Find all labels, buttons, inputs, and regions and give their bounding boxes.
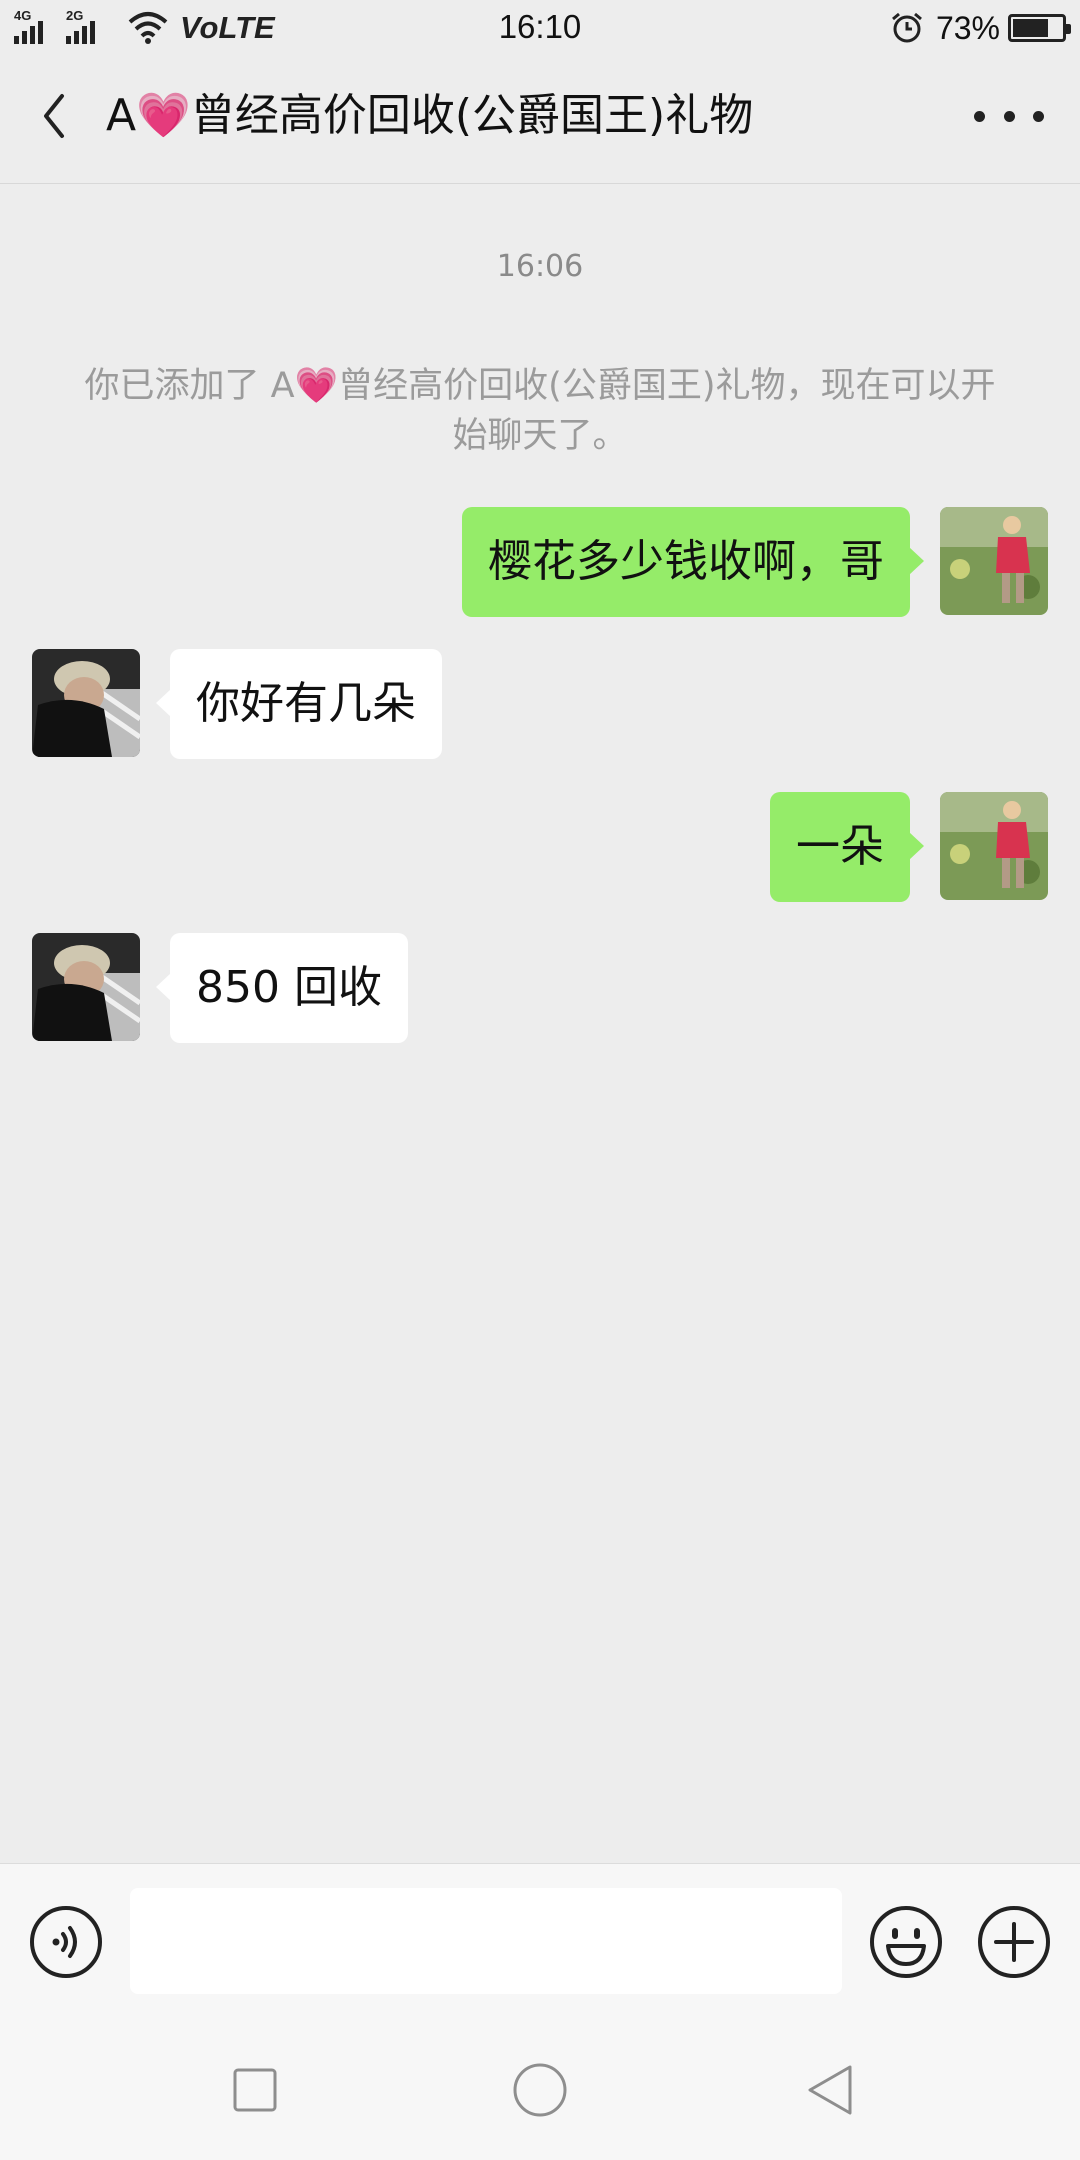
chat-title: A💗曾经高价回收(公爵国王)礼物 — [106, 90, 754, 141]
system-navigation-bar — [0, 2019, 1080, 2160]
system-notice: 你已添加了 A💗曾经高价回收(公爵国王)礼物，现在可以开始聊天了。 — [84, 366, 996, 456]
nav-back-button[interactable] — [795, 2055, 865, 2125]
status-right: 73% — [890, 9, 1071, 46]
voice-button[interactable] — [28, 1904, 104, 1980]
message-bubble-outgoing[interactable]: 樱花多少钱收啊，哥 — [462, 507, 924, 617]
battery-icon — [1008, 14, 1071, 42]
square-icon — [233, 2068, 277, 2112]
message-input[interactable] — [130, 1888, 842, 1994]
battery-percentage: 73% — [935, 9, 1000, 46]
chevron-left-icon — [44, 94, 64, 138]
emoji-button[interactable] — [868, 1904, 944, 1980]
plus-icon — [978, 1906, 1050, 1978]
input-bar — [0, 1863, 1080, 2019]
more-dot — [1003, 110, 1015, 122]
triangle-back-icon — [808, 2065, 852, 2115]
my-avatar[interactable] — [940, 507, 1048, 615]
back-button[interactable] — [28, 86, 88, 146]
message-bubble-incoming[interactable]: 你好有几朵 — [156, 649, 442, 759]
battery-level — [1013, 19, 1048, 37]
message-bubble-incoming[interactable]: 850 回收 — [156, 933, 408, 1043]
more-functions-button[interactable] — [976, 1904, 1052, 1980]
more-dots-icon — [974, 110, 985, 122]
status-bar: 4G 2G VoLTE 16:10 73% — [0, 0, 1080, 56]
circle-icon — [513, 2063, 567, 2117]
home-button[interactable] — [505, 2055, 575, 2125]
emoji-icon — [870, 1906, 942, 1978]
contact-avatar[interactable] — [32, 649, 140, 757]
contact-avatar[interactable] — [32, 933, 140, 1041]
chat-header: A💗曾经高价回收(公爵国王)礼物 — [0, 56, 1080, 184]
chat-messages[interactable]: 16:06 你已添加了 A💗曾经高价回收(公爵国王)礼物，现在可以开始聊天了。 … — [0, 185, 1080, 1863]
alarm-clock-icon — [891, 12, 922, 43]
message-bubble-outgoing[interactable]: 一朵 — [770, 792, 924, 902]
voice-icon — [30, 1906, 102, 1978]
more-options-button[interactable] — [974, 86, 1044, 146]
message-timestamp: 16:06 — [496, 249, 584, 284]
recent-apps-button[interactable] — [220, 2055, 290, 2125]
my-avatar[interactable] — [940, 792, 1048, 900]
more-dot — [1033, 110, 1044, 122]
